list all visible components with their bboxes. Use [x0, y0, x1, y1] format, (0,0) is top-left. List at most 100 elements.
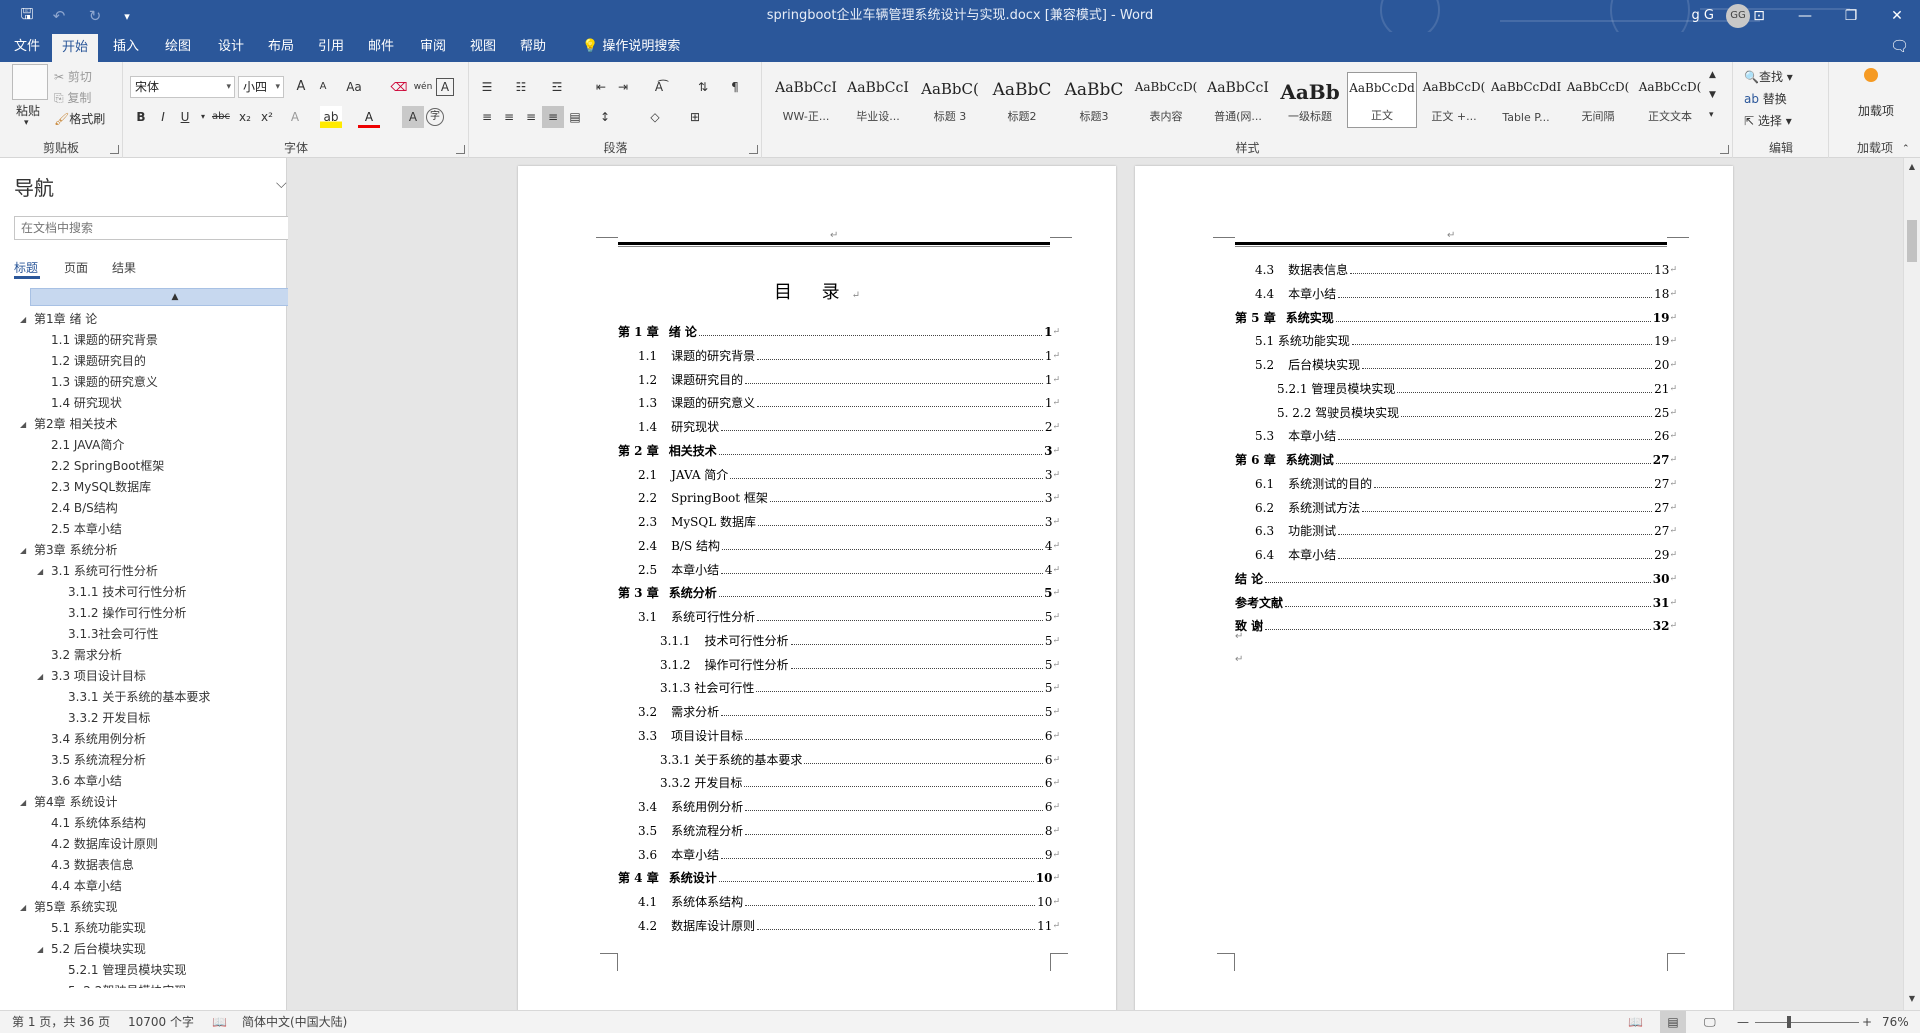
print-layout-icon[interactable]: ▤: [1660, 1011, 1686, 1033]
document-page[interactable]: ↵ 目 录↵ 第 1 章绪 论 1 ↵ 1.1 课题的研究背景 1 ↵ 1.2 课题研究目的 1 ↵…: [518, 166, 1116, 1010]
toc-entry[interactable]: 1.3 课题的研究意义 1 ↵: [638, 395, 1060, 411]
expand-triangle-icon[interactable]: ◢: [37, 567, 47, 576]
align-right-icon[interactable]: ≡: [520, 106, 542, 128]
shrink-font-button[interactable]: A: [312, 76, 334, 98]
restore-button[interactable]: ❐: [1828, 0, 1874, 32]
strikethrough-button[interactable]: abc: [210, 106, 232, 128]
close-button[interactable]: ✕: [1874, 0, 1920, 32]
user-name[interactable]: g G: [1692, 0, 1714, 32]
style-item[interactable]: AaBbCcI 毕业设...: [843, 72, 913, 128]
toc-entry[interactable]: 3.3 项目设计目标 6 ↵: [638, 728, 1060, 744]
style-item[interactable]: AaBbC(标题 3: [915, 72, 985, 128]
toc-entry[interactable]: 2.1 JAVA 简介 3 ↵: [638, 467, 1060, 483]
toc-entry[interactable]: 3.1.2 操作可行性分析 5 ↵: [660, 657, 1060, 673]
bullets-icon[interactable]: ☰: [476, 76, 498, 98]
addins-icon[interactable]: [1864, 68, 1878, 82]
toc-entry[interactable]: 2.3 MySQL 数据库 3 ↵: [638, 514, 1060, 530]
toc-entry[interactable]: 结 论 30 ↵: [1235, 571, 1677, 587]
page-indicator[interactable]: 第 1 页，共 36 页: [12, 1011, 110, 1033]
style-item[interactable]: AaBbCcDd 正文: [1347, 72, 1417, 128]
nav-heading-item[interactable]: 4.4 本章小结: [51, 876, 122, 897]
toc-entry[interactable]: 4.4 本章小结 18 ↵: [1255, 286, 1677, 302]
cut-button[interactable]: ✂ 剪切: [54, 68, 92, 85]
expand-triangle-icon[interactable]: ◢: [20, 546, 30, 555]
toc-entry[interactable]: 5.2.1 管理员模块实现 21 ↵: [1277, 381, 1677, 397]
font-name-select[interactable]: 宋体 ▾: [130, 76, 235, 98]
toc-entry[interactable]: 3.5 系统流程分析 8 ↵: [638, 823, 1060, 839]
nav-tab[interactable]: 标题: [14, 259, 38, 276]
search-input[interactable]: 在文档中搜索 🔍▾: [14, 216, 330, 240]
toc-entry[interactable]: 3.2 需求分析 5 ↵: [638, 704, 1060, 720]
toc-entry[interactable]: 5. 2.2 驾驶员模块实现 25 ↵: [1277, 405, 1677, 421]
nav-heading-item[interactable]: 5.2.1 管理员模块实现: [68, 960, 186, 981]
nav-heading-item[interactable]: 第5章 系统实现: [34, 897, 117, 918]
nav-heading-item[interactable]: 3.2 需求分析: [51, 645, 122, 666]
toc-entry[interactable]: 3.1.3 社会可行性 5 ↵: [660, 680, 1060, 696]
tab-menu[interactable]: 视图: [460, 32, 506, 62]
style-item[interactable]: AaBbCcD(正文 +...: [1419, 72, 1489, 128]
toc-entry[interactable]: 第 4 章系统设计 10 ↵: [618, 870, 1060, 886]
toc-entry[interactable]: 3.1.1 技术可行性分析 5 ↵: [660, 633, 1060, 649]
multilevel-list-icon[interactable]: ☲: [546, 76, 568, 98]
styles-launcher-icon[interactable]: [1720, 145, 1729, 154]
expand-triangle-icon[interactable]: ◢: [20, 798, 30, 807]
highlight-button[interactable]: ab: [320, 106, 342, 128]
toc-entry[interactable]: 6.1 系统测试的目的 27 ↵: [1255, 476, 1677, 492]
style-item[interactable]: AaBbCcD(无间隔: [1563, 72, 1633, 128]
nav-heading-item[interactable]: 3.3.1 关于系统的基本要求: [68, 687, 210, 708]
collapse-ribbon-icon[interactable]: ⌃: [1902, 144, 1910, 154]
style-item[interactable]: AaBb 一级标题: [1275, 72, 1345, 128]
tab-menu[interactable]: 设计: [208, 32, 254, 62]
nav-heading-item[interactable]: 第3章 系统分析: [34, 540, 117, 561]
nav-heading-item[interactable]: 1.2 课题研究目的: [51, 351, 146, 372]
tab-menu[interactable]: 绘图: [155, 32, 201, 62]
copy-button[interactable]: ⎘ 复制: [54, 89, 91, 106]
chevron-down-icon[interactable]: ⌵: [276, 176, 287, 192]
italic-button[interactable]: I: [152, 106, 174, 128]
nav-tab[interactable]: 页面: [64, 259, 88, 276]
chevron-down-icon[interactable]: ▾: [24, 118, 29, 128]
toc-entry[interactable]: 5.2 后台模块实现 20 ↵: [1255, 357, 1677, 373]
scroll-up-icon[interactable]: ▲: [1905, 160, 1919, 174]
zoom-in-button[interactable]: +: [1862, 1011, 1872, 1033]
gallery-down-icon[interactable]: ▼: [1709, 90, 1716, 100]
style-item[interactable]: AaBbCcI WW-正...: [771, 72, 841, 128]
nav-heading-item[interactable]: 3.5 系统流程分析: [51, 750, 146, 771]
font-launcher-icon[interactable]: [456, 145, 465, 154]
increase-indent-icon[interactable]: ⇥: [612, 76, 634, 98]
document-page[interactable]: ↵ 4.3 数据表信息 13 ↵ 4.4 本章小结 18 ↵ 第 5 章系统实现 19 ↵ 5.1 系…: [1135, 166, 1733, 1010]
expand-triangle-icon[interactable]: ◢: [37, 672, 47, 681]
nav-heading-item[interactable]: 4.1 系统体系结构: [51, 813, 146, 834]
grow-font-button[interactable]: A: [290, 76, 312, 98]
nav-heading-item[interactable]: 第2章 相关技术: [34, 414, 117, 435]
tab-menu[interactable]: 插入: [103, 32, 149, 62]
nav-heading-item[interactable]: 5. 2.2驾驶员模块实现: [68, 981, 186, 988]
toc-entry[interactable]: 3.6 本章小结 9 ↵: [638, 847, 1060, 863]
bold-button[interactable]: B: [130, 106, 152, 128]
nav-heading-item[interactable]: 第4章 系统设计: [34, 792, 117, 813]
nav-heading-item[interactable]: 1.3 课题的研究意义: [51, 372, 158, 393]
character-shading-button[interactable]: A: [402, 106, 424, 128]
zoom-out-button[interactable]: —: [1737, 1011, 1749, 1033]
phonetic-guide-button[interactable]: wén: [412, 76, 434, 98]
toc-entry[interactable]: 参考文献 31 ↵: [1235, 595, 1677, 611]
subscript-button[interactable]: x₂: [234, 106, 256, 128]
nav-heading-item[interactable]: 3.1.1 技术可行性分析: [68, 582, 186, 603]
nav-heading-item[interactable]: 3.3 项目设计目标: [51, 666, 146, 687]
paragraph-launcher-icon[interactable]: [749, 145, 758, 154]
nav-heading-item[interactable]: 2.3 MySQL数据库: [51, 477, 151, 498]
nav-heading-item[interactable]: 4.2 数据库设计原则: [51, 834, 158, 855]
tab-menu[interactable]: 开始: [52, 34, 99, 62]
font-color-button[interactable]: A: [358, 106, 380, 128]
numbering-icon[interactable]: ☷: [510, 76, 532, 98]
paste-button[interactable]: 粘贴: [16, 102, 40, 119]
nav-tab[interactable]: 结果: [112, 259, 136, 276]
toc-entry[interactable]: 5.3 本章小结 26 ↵: [1255, 428, 1677, 444]
decrease-indent-icon[interactable]: ⇤: [590, 76, 612, 98]
toc-entry[interactable]: 3.3.2 开发目标 6 ↵: [660, 775, 1060, 791]
borders-icon[interactable]: ⊞: [684, 106, 706, 128]
toc-entry[interactable]: 致 谢 32 ↵: [1235, 618, 1677, 634]
nav-heading-item[interactable]: 第1章 绪 论: [34, 309, 97, 330]
tab-menu[interactable]: 布局: [258, 32, 304, 62]
nav-heading-item[interactable]: 1.1 课题的研究背景: [51, 330, 158, 351]
